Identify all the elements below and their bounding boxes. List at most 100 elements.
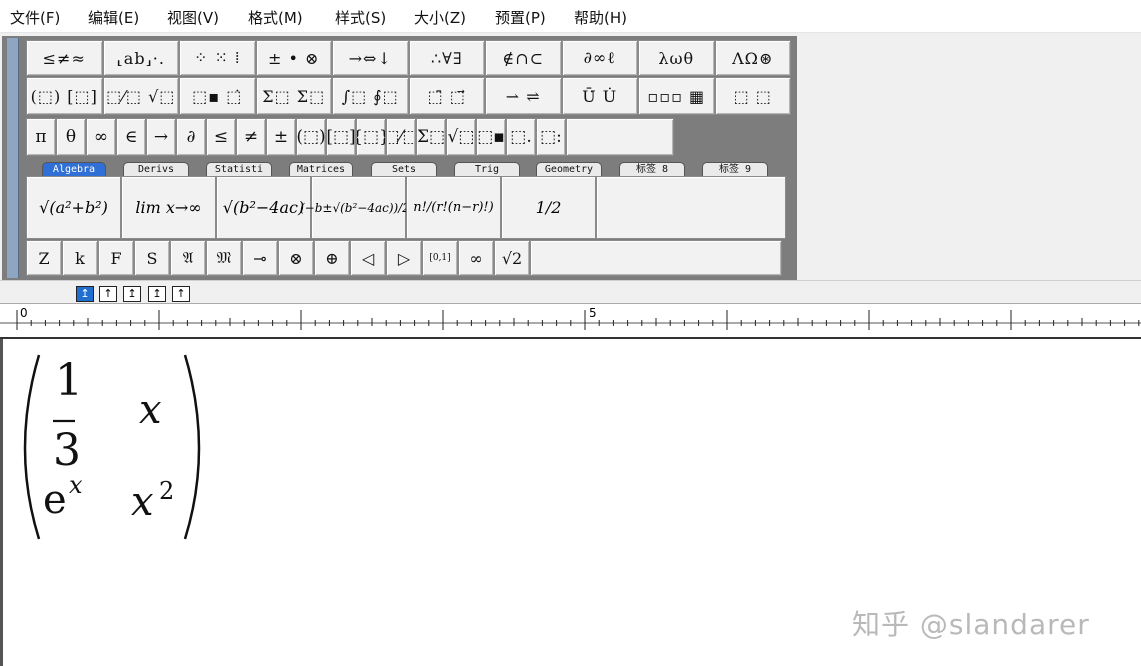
multimap-button[interactable]: ⊸ bbox=[242, 240, 278, 276]
menu-format[interactable]: 格式(M) bbox=[248, 7, 303, 28]
template-hypotenuse[interactable]: √(a²+b²) bbox=[26, 176, 121, 239]
summation-templates-button[interactable]: Σ⬚ Σ⬚ bbox=[255, 77, 332, 115]
brackets-button[interactable]: [⬚] bbox=[326, 118, 356, 156]
fence-templates-button[interactable]: (⬚) [⬚] bbox=[26, 77, 103, 115]
empty-symbol-slot bbox=[530, 240, 782, 276]
box-templates-button[interactable]: ⬚ ⬚ bbox=[714, 77, 791, 115]
script-templates-button[interactable]: ⬚▪ ⬚̇ bbox=[179, 77, 256, 115]
theta-button[interactable]: θ bbox=[56, 118, 86, 156]
menu-style[interactable]: 样式(S) bbox=[335, 7, 386, 28]
size-sub-symbol-button[interactable]: ↑ bbox=[172, 286, 190, 302]
misc-symbols-palette-button[interactable]: ∂∞ℓ bbox=[561, 40, 638, 76]
greek-upper-palette-button[interactable]: ΛΩ⊛ bbox=[714, 40, 791, 76]
braces-button[interactable]: {⬚} bbox=[356, 118, 386, 156]
algebra-symbols: Z k F S 𝔄 𝔐 ⊸ ⊗ ⊕ ◁ ▷ [0,1] ∞ √2 bbox=[26, 240, 782, 276]
partial-button[interactable]: ∂ bbox=[176, 118, 206, 156]
size-full-button[interactable]: ↥ bbox=[76, 286, 94, 302]
symbol-palette-row-1: ≤≠≈ ⸤ab⸥·. ⁘ ⁙ ⁞ ± • ⊗ →⇔↓ ∴∀∃ ∉∩⊂ ∂∞ℓ λ… bbox=[26, 40, 791, 76]
ruler-ticks bbox=[0, 310, 1141, 330]
tab-algebra[interactable]: Algebra bbox=[42, 162, 106, 176]
bar-arrow-templates-button[interactable]: ⬚̄ ⬚⃗ bbox=[408, 77, 485, 115]
greek-lower-palette-button[interactable]: λωθ bbox=[638, 40, 715, 76]
fraction-numerator: 1 bbox=[55, 355, 83, 406]
embellishments-palette-button[interactable]: ⁘ ⁙ ⁞ bbox=[179, 40, 256, 76]
symbol-f-button[interactable]: F bbox=[98, 240, 134, 276]
tab-statistics[interactable]: Statisti bbox=[206, 162, 272, 176]
sqrt-two-button[interactable]: √2 bbox=[494, 240, 530, 276]
set-theory-palette-button[interactable]: ∉∩⊂ bbox=[485, 40, 562, 76]
less-equal-button[interactable]: ≤ bbox=[206, 118, 236, 156]
symbol-z-button[interactable]: Z bbox=[26, 240, 62, 276]
empty-slot bbox=[566, 118, 674, 156]
tab-derivs[interactable]: Derivs bbox=[123, 162, 189, 176]
watermark: 知乎 @slandarer bbox=[852, 608, 1090, 641]
element-of-button[interactable]: ∈ bbox=[116, 118, 146, 156]
left-triangle-button[interactable]: ◁ bbox=[350, 240, 386, 276]
matrix-entry-x: x bbox=[139, 387, 162, 433]
interval-button[interactable]: [0,1] bbox=[422, 240, 458, 276]
circled-times-button[interactable]: ⊗ bbox=[278, 240, 314, 276]
template-limit[interactable]: lim x→∞ bbox=[121, 176, 216, 239]
square-root-button[interactable]: √⬚ bbox=[446, 118, 476, 156]
ruler: 0 5 bbox=[0, 303, 1141, 339]
right-arrow-button[interactable]: → bbox=[146, 118, 176, 156]
template-quadratic-formula[interactable]: (−b±√(b²−4ac))/2a bbox=[300, 176, 417, 239]
summation-button[interactable]: Σ⬚ bbox=[416, 118, 446, 156]
infinity-button[interactable]: ∞ bbox=[86, 118, 116, 156]
tab-matrices[interactable]: Matrices bbox=[289, 162, 353, 176]
integral-templates-button[interactable]: ∫⬚ ∮⬚ bbox=[332, 77, 409, 115]
menu-file[interactable]: 文件(F) bbox=[10, 7, 60, 28]
tab-geometry[interactable]: Geometry bbox=[536, 162, 602, 176]
fraction-button[interactable]: ⬚⁄⬚ bbox=[386, 118, 416, 156]
tab-label-9[interactable]: 标签 9 bbox=[702, 162, 768, 176]
toolbar-grip[interactable] bbox=[7, 38, 19, 278]
circled-plus-button[interactable]: ⊕ bbox=[314, 240, 350, 276]
products-templates-button[interactable]: Ū̇ U̇ bbox=[561, 77, 638, 115]
arrows-palette-button[interactable]: →⇔↓ bbox=[332, 40, 409, 76]
pi-button[interactable]: π bbox=[26, 118, 56, 156]
labeled-arrow-templates-button[interactable]: ⇀ ⇌ bbox=[485, 77, 562, 115]
spaces-palette-button[interactable]: ⸤ab⸥·. bbox=[102, 40, 179, 76]
menu-help[interactable]: 帮助(H) bbox=[574, 7, 627, 28]
operators-palette-button[interactable]: ± • ⊗ bbox=[255, 40, 332, 76]
fraction-denominator: 3 bbox=[53, 425, 81, 476]
size-subscript-button[interactable]: ↑ bbox=[99, 286, 117, 302]
tab-label-8[interactable]: 标签 8 bbox=[619, 162, 685, 176]
parentheses-button[interactable]: (⬚) bbox=[296, 118, 326, 156]
matrix-parentheses bbox=[23, 354, 201, 540]
not-equal-button[interactable]: ≠ bbox=[236, 118, 266, 156]
power-exponent: 2 bbox=[159, 477, 175, 505]
template-palette-row: (⬚) [⬚] ⬚⁄⬚ √⬚ ⬚▪ ⬚̇ Σ⬚ Σ⬚ ∫⬚ ∮⬚ ⬚̄ ⬚⃗ ⇀… bbox=[26, 77, 791, 115]
algebra-templates: √(a²+b²) lim x→∞ √(b²−4ac) (−b±√(b²−4ac)… bbox=[26, 176, 786, 239]
logic-palette-button[interactable]: ∴∀∃ bbox=[408, 40, 485, 76]
empty-template-slot bbox=[596, 176, 786, 239]
tab-sets[interactable]: Sets bbox=[371, 162, 437, 176]
template-one-half[interactable]: 1/2 bbox=[501, 176, 596, 239]
symbol-s-button[interactable]: S bbox=[134, 240, 170, 276]
menu-bar: 文件(F) 编辑(E) 视图(V) 格式(M) 样式(S) 大小(Z) 预置(P… bbox=[0, 0, 1141, 33]
menu-preferences[interactable]: 预置(P) bbox=[495, 7, 546, 28]
fraction-radical-templates-button[interactable]: ⬚⁄⬚ √⬚ bbox=[102, 77, 179, 115]
tab-trig[interactable]: Trig bbox=[454, 162, 520, 176]
size-selector-bar: ↥ ↑ ↥ ↥ ↑ bbox=[0, 280, 1141, 303]
size-symbol-button[interactable]: ↥ bbox=[148, 286, 166, 302]
menu-size[interactable]: 大小(Z) bbox=[414, 7, 466, 28]
right-triangle-button[interactable]: ▷ bbox=[386, 240, 422, 276]
plus-minus-button[interactable]: ± bbox=[266, 118, 296, 156]
superscript-button[interactable]: ⬚▪ bbox=[476, 118, 506, 156]
template-discriminant[interactable]: √(b²−4ac) bbox=[216, 176, 311, 239]
exponential-base: e bbox=[43, 477, 67, 523]
menu-edit[interactable]: 编辑(E) bbox=[88, 7, 139, 28]
matrix-templates-button[interactable]: ▫▫▫ ▦ bbox=[638, 77, 715, 115]
menu-view[interactable]: 视图(V) bbox=[167, 7, 219, 28]
fraktur-a-button[interactable]: 𝔄 bbox=[170, 240, 206, 276]
symbol-k-button[interactable]: k bbox=[62, 240, 98, 276]
infinity-symbol-button[interactable]: ∞ bbox=[458, 240, 494, 276]
size-sub-subscript-button[interactable]: ↥ bbox=[123, 286, 141, 302]
small-bar-row: π θ ∞ ∈ → ∂ ≤ ≠ ± (⬚) [⬚] {⬚} ⬚⁄⬚ Σ⬚ √⬚ … bbox=[26, 118, 674, 156]
template-combination[interactable]: n!/(r!(n−r)!) bbox=[406, 176, 501, 239]
sub-superscript-button[interactable]: ⬚: bbox=[536, 118, 566, 156]
fraktur-m-button[interactable]: 𝔐 bbox=[206, 240, 242, 276]
relations-palette-button[interactable]: ≤≠≈ bbox=[26, 40, 103, 76]
subscript-button[interactable]: ⬚. bbox=[506, 118, 536, 156]
